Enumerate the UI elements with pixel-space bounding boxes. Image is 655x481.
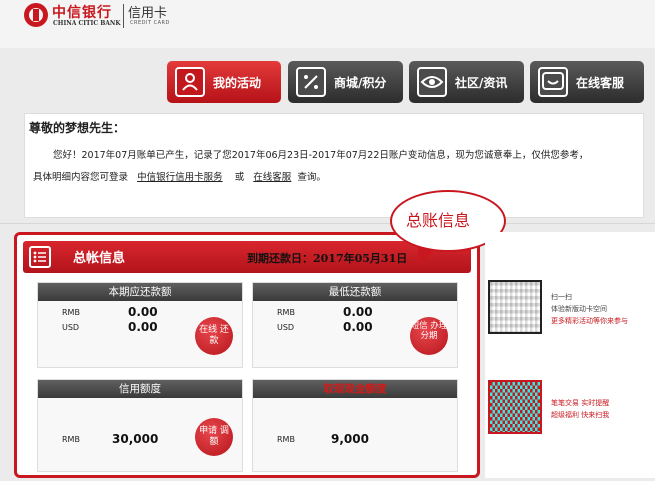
customer-greeting-name: 尊敬的梦想先生：	[29, 121, 126, 135]
qr2-line-2: 超级福利 快来扫我	[551, 411, 610, 419]
bank-name-en: CHINA CITIC BANK	[53, 20, 121, 27]
rmb-value: 0.00	[128, 305, 158, 319]
chat-smile-icon	[538, 67, 568, 97]
header: 中信银行 CHINA CITIC BANK 信用卡 CREDIT CARD	[0, 0, 655, 48]
tab-community-news[interactable]: 社区/资讯	[409, 61, 524, 103]
card-title: 信用额度	[38, 380, 242, 398]
current-due-card: 本期应还款额 RMB 0.00 USD 0.00 在线 还款	[37, 282, 243, 368]
card-title: 取现现金额度	[253, 380, 457, 398]
rmb-label: RMB	[62, 308, 80, 317]
list-icon	[29, 246, 51, 268]
greeting-line-1: 您好！2017年07月账单已产生，记录了您2017年06月23日-2017年07…	[53, 150, 589, 161]
tab-label: 商城/积分	[334, 76, 387, 90]
cash-limit-card: 取现现金额度 RMB 9,000	[252, 379, 458, 472]
usd-label: USD	[277, 323, 295, 332]
credit-limit-card: 信用额度 RMB 30,000 申请 调额	[37, 379, 243, 472]
rmb-value: 9,000	[331, 432, 369, 446]
tab-my-activities[interactable]: 我的活动	[167, 61, 281, 103]
greeting-line-2: 具体明细内容您可登录 中信银行信用卡服务 或 在线客服 查询。	[33, 169, 326, 183]
eye-icon	[417, 67, 447, 97]
greeting-panel: 尊敬的梦想先生： 您好！2017年07月账单已产生，记录了您2017年06月23…	[24, 113, 644, 218]
credit-card-label-en: CREDIT CARD	[130, 20, 170, 26]
apply-limit-adjust-button[interactable]: 申请 调额	[195, 418, 233, 456]
usd-label: USD	[62, 323, 80, 332]
tab-online-service[interactable]: 在线客服	[530, 61, 644, 103]
online-service-link[interactable]: 在线客服	[253, 172, 291, 183]
summary-title: 总帐信息	[73, 251, 126, 266]
qr-sidebar: 扫一扫 体验新版动卡空间 更多精彩活动等你来参与 笔笔交易 实时提醒 超级福利 …	[485, 232, 655, 478]
logo-divider	[123, 4, 124, 28]
greeting-line-2-suffix: 查询。	[297, 172, 326, 183]
due-date: 到期还款日：2017年05月31日	[247, 252, 408, 265]
qr2-line-1: 笔笔交易 实时提醒	[551, 399, 610, 407]
sms-installment-button[interactable]: 短信 办理 分期	[410, 317, 448, 355]
card-title: 最低还款额	[253, 283, 457, 301]
qr1-line-3: 更多精彩活动等你来参与	[551, 317, 628, 325]
user-icon	[175, 67, 205, 97]
tab-label: 我的活动	[213, 76, 262, 90]
card-title: 本期应还款额	[38, 283, 242, 301]
app-qr-code-icon	[488, 280, 542, 334]
tab-mall-points[interactable]: 商城/积分	[288, 61, 403, 103]
credit-card-label-cn: 信用卡	[128, 6, 168, 21]
minimum-due-card: 最低还款额 RMB 0.00 USD 0.00 短信 办理 分期	[252, 282, 458, 368]
citic-logo-icon	[24, 3, 48, 27]
rmb-label: RMB	[62, 435, 80, 444]
qr1-line-2: 体验新版动卡空间	[551, 305, 607, 313]
account-summary-panel: 总帐信息 到期还款日：2017年05月31日 本期应还款额 RMB 0.00 U…	[14, 232, 480, 478]
credit-card-service-link[interactable]: 中信银行信用卡服务	[137, 172, 223, 183]
summary-header: 总帐信息 到期还款日：2017年05月31日	[23, 241, 471, 273]
rmb-value: 0.00	[343, 305, 373, 319]
rmb-value: 30,000	[112, 432, 159, 446]
rmb-label: RMB	[277, 435, 295, 444]
section-divider	[0, 223, 655, 224]
pay-online-button[interactable]: 在线 还款	[195, 317, 233, 355]
rmb-label: RMB	[277, 308, 295, 317]
tab-label: 社区/资讯	[455, 76, 508, 90]
or-text: 或	[234, 172, 245, 183]
callout-text: 总账信息	[406, 211, 471, 230]
qr1-line-1: 扫一扫	[551, 293, 572, 301]
page-root: 中信银行 CHINA CITIC BANK 信用卡 CREDIT CARD 我的…	[0, 0, 655, 481]
greeting-line-2-prefix: 具体明细内容您可登录	[33, 172, 129, 183]
usd-value: 0.00	[343, 320, 373, 334]
usd-value: 0.00	[128, 320, 158, 334]
percent-icon	[296, 67, 326, 97]
bank-name-cn: 中信银行	[52, 5, 112, 21]
wechat-qr-code-icon	[488, 380, 542, 434]
tab-label: 在线客服	[576, 76, 625, 90]
